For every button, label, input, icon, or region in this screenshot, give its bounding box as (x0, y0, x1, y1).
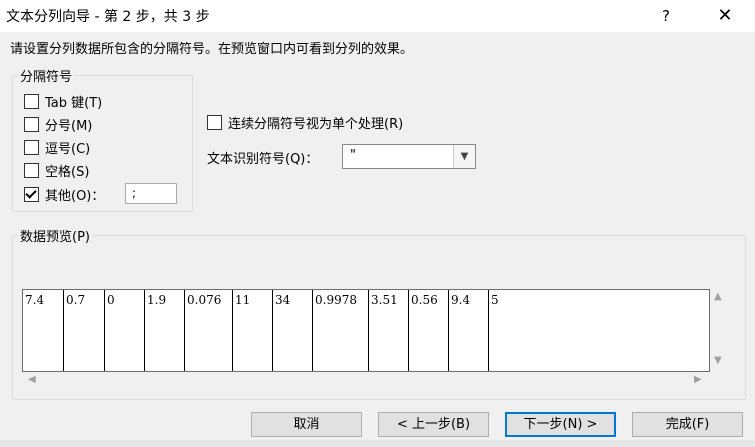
comma-checkbox[interactable] (24, 139, 39, 155)
consecutive-checkbox[interactable] (207, 114, 222, 130)
window-title: 文本分列向导 - 第 2 步，共 3 步 (6, 9, 210, 25)
space-checkbox-row[interactable]: 空格(S) (24, 161, 90, 180)
delimiters-group-title: 分隔符号 (18, 66, 75, 85)
preview-pane[interactable]: 7.4 0.7 0 1.9 0.076 11 34 0.9978 3.51 0.… (22, 289, 710, 372)
preview-vertical-scrollbar[interactable]: ▲ ▼ (710, 289, 728, 372)
instruction-text: 请设置分列数据所包含的分隔符号。在预览窗口内可看到分列的效果。 (10, 42, 414, 57)
preview-cell: 11 (233, 290, 273, 371)
comma-checkbox-label: 逗号(C) (45, 141, 91, 157)
preview-cell: 0.7 (64, 290, 105, 371)
comma-checkbox-row[interactable]: 逗号(C) (24, 138, 91, 157)
chevron-down-icon[interactable]: ▼ (453, 145, 475, 168)
scroll-right-icon[interactable]: ▶ (694, 374, 702, 385)
scroll-left-icon[interactable]: ◀ (28, 374, 36, 385)
bottom-strip (0, 440, 755, 447)
close-button[interactable]: ✕ (712, 4, 738, 28)
space-checkbox[interactable] (24, 162, 39, 178)
preview-cell: 0.9978 (313, 290, 369, 371)
back-button[interactable]: < 上一步(B) (378, 412, 489, 437)
preview-cell: 0 (105, 290, 145, 371)
other-checkbox-label: 其他(O)： (45, 188, 105, 204)
next-button[interactable]: 下一步(N) > (505, 412, 616, 437)
text-qualifier-value: " (350, 148, 356, 163)
preview-cell: 34 (273, 290, 313, 371)
preview-cell: 3.51 (369, 290, 409, 371)
preview-horizontal-scrollbar[interactable]: ◀ ▶ (22, 372, 728, 389)
preview-group-title: 数据预览(P) (18, 226, 92, 245)
other-delimiter-input[interactable]: ; (125, 183, 177, 204)
space-checkbox-label: 空格(S) (45, 164, 90, 180)
preview-cell: 1.9 (145, 290, 185, 371)
tab-checkbox-label: Tab 键(T) (45, 95, 103, 111)
text-qualifier-label: 文本识别符号(Q)： (207, 152, 319, 167)
text-qualifier-select[interactable]: " ▼ (342, 144, 476, 169)
tab-checkbox-row[interactable]: Tab 键(T) (24, 92, 103, 111)
semicolon-checkbox-label: 分号(M) (45, 118, 93, 134)
preview-cell: 9.4 (449, 290, 489, 371)
finish-button[interactable]: 完成(F) (632, 412, 743, 437)
preview-cell: 5 (491, 293, 499, 307)
other-checkbox-row[interactable]: 其他(O)： (24, 185, 105, 204)
scroll-up-icon[interactable]: ▲ (714, 291, 722, 302)
preview-cell: 0.56 (409, 290, 449, 371)
semicolon-checkbox[interactable] (24, 116, 39, 132)
consecutive-checkbox-row[interactable]: 连续分隔符号视为单个处理(R) (207, 113, 404, 132)
scroll-down-icon[interactable]: ▼ (714, 355, 722, 366)
consecutive-checkbox-label: 连续分隔符号视为单个处理(R) (228, 116, 404, 132)
preview-cell: 0.076 (185, 290, 233, 371)
cancel-button[interactable]: 取消 (251, 412, 362, 437)
semicolon-checkbox-row[interactable]: 分号(M) (24, 115, 93, 134)
tab-checkbox[interactable] (24, 93, 39, 109)
title-bar: 文本分列向导 - 第 2 步，共 3 步 ? ✕ (0, 0, 755, 32)
help-button[interactable]: ? (654, 4, 678, 28)
preview-cell: 7.4 (23, 290, 64, 371)
other-checkbox[interactable] (24, 186, 39, 202)
